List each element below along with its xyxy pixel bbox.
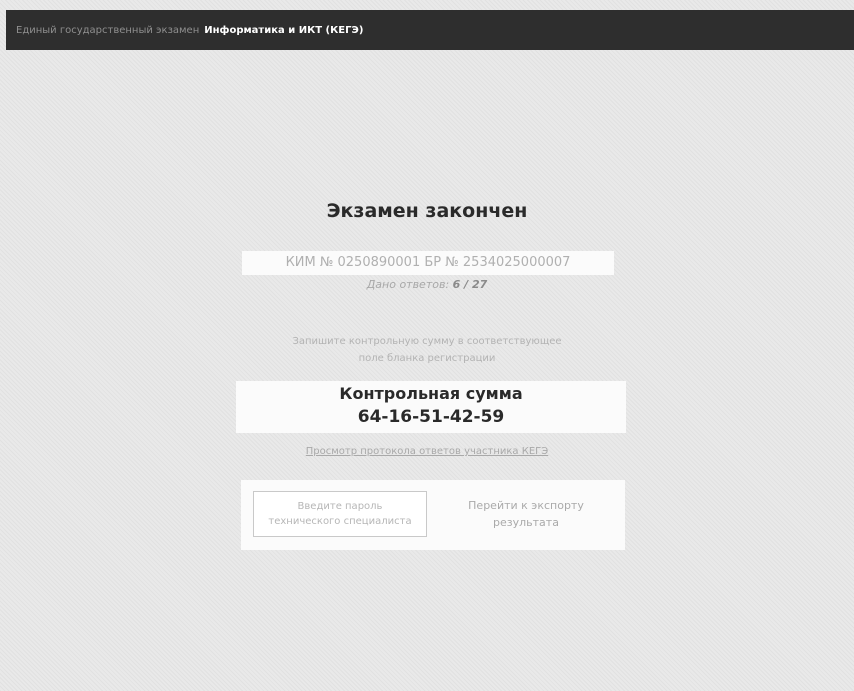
top-bar: Единый государственный экзамен Информати… [6,10,854,50]
export-results-button[interactable]: Перейти к экспорту результата [436,491,616,537]
action-panel: Введите пароль технического специалиста … [241,480,625,550]
review-answers-link[interactable]: Просмотр протокола ответов участника КЕГ… [215,446,639,457]
page-title: Экзамен закончен [326,200,528,222]
subject-title: Информатика и ИКТ (КЕГЭ) [204,24,364,36]
exam-name: Единый государственный экзамен [16,24,200,36]
checksum-box: Контрольная сумма 64-16-51-42-59 [236,381,626,433]
answers-value: 6 / 27 [452,278,488,291]
password-button-line-2: технического специалиста [268,516,412,527]
answers-label: Дано ответов: [366,278,450,291]
kim-br-numbers: КИМ № 0250890001 БР № 2534025000007 [242,251,614,275]
export-button-line-1: Перейти к экспорту [468,499,584,512]
checksum-label: Контрольная сумма [339,384,523,403]
enter-password-button[interactable]: Введите пароль технического специалиста [253,491,427,537]
export-button-line-2: результата [493,516,559,529]
instruction-line-1: Запишите контрольную сумму в соответству… [292,336,562,347]
instruction-line-2: поле бланка регистрации [358,353,496,364]
answers-count: Дано ответов: 6 / 27 [215,278,639,291]
password-button-line-1: Введите пароль [297,501,383,512]
checksum-value: 64-16-51-42-59 [357,407,505,427]
instruction-text: Запишите контрольную сумму в соответству… [255,333,599,367]
